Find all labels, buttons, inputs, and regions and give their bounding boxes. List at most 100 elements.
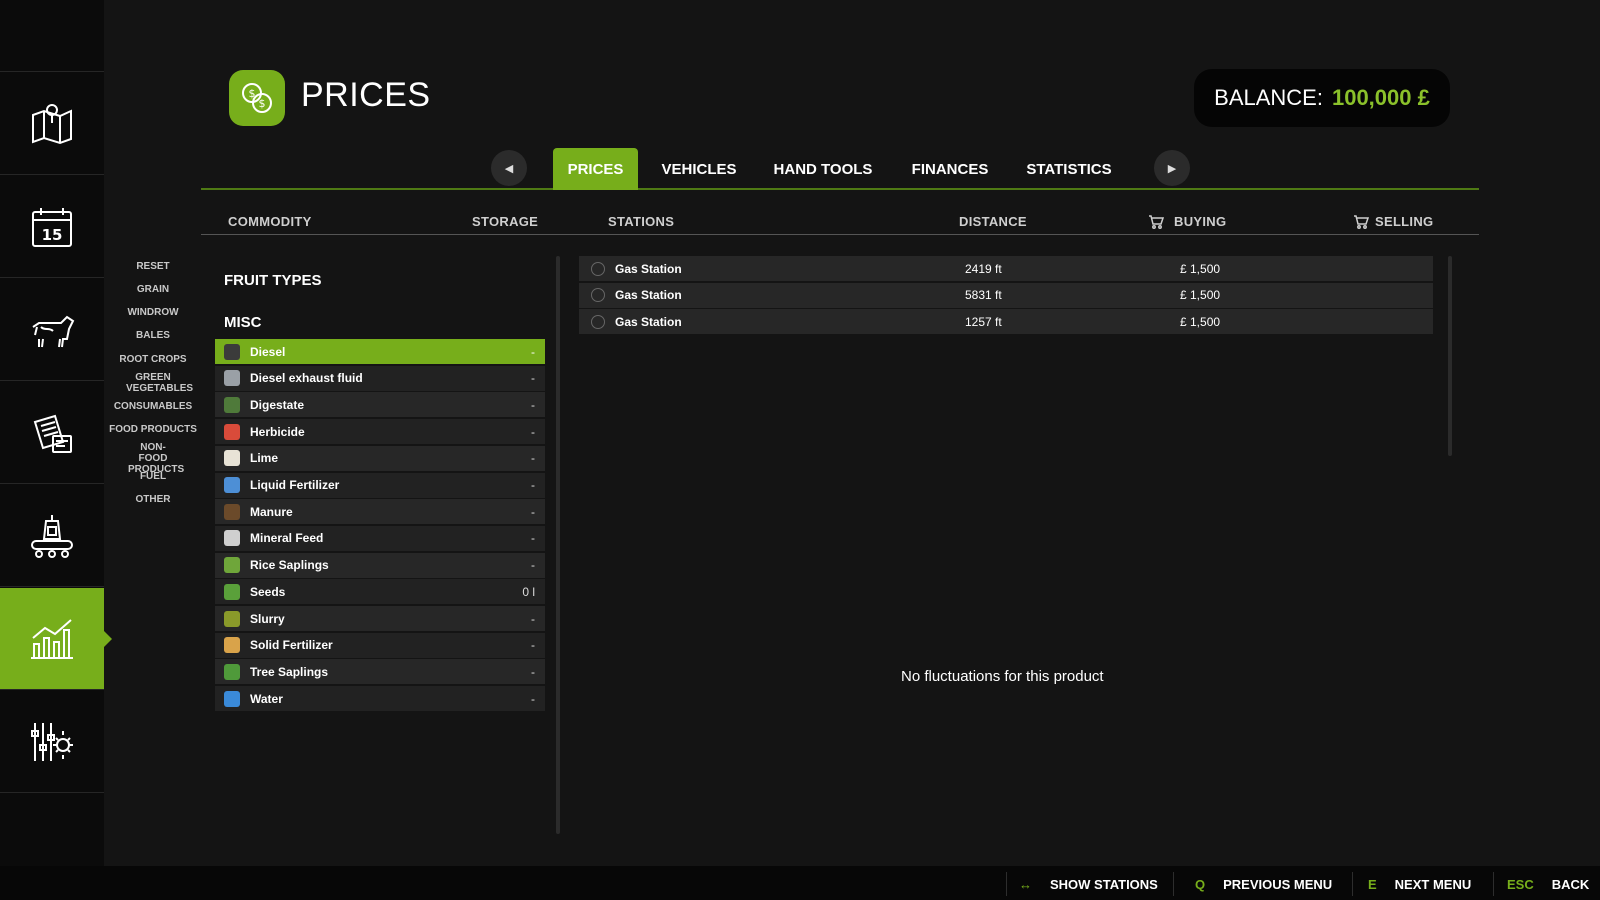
- nav-prices[interactable]: [0, 588, 112, 690]
- commodity-storage: -: [531, 664, 535, 679]
- station-buying: £ 1,500: [1180, 314, 1221, 329]
- station-distance: 1257 ft: [965, 314, 1002, 329]
- commodity-icon: [224, 343, 240, 360]
- col-storage: STORAGE: [472, 214, 539, 229]
- commodity-storage: -: [531, 451, 535, 466]
- cart-buy-icon: [1149, 214, 1164, 229]
- nav-animals[interactable]: [0, 279, 104, 381]
- commodity-name: Seeds: [250, 584, 286, 599]
- nav-calendar[interactable]: 15: [0, 176, 104, 278]
- commodity-storage: -: [531, 344, 535, 359]
- tab-prev-button[interactable]: ◀: [491, 150, 527, 186]
- svg-text:$: $: [249, 87, 256, 100]
- col-stations: STATIONS: [608, 214, 675, 229]
- contracts-icon: [33, 414, 72, 453]
- balance-value: 100,000 £: [1331, 85, 1430, 110]
- commodity-icon: [224, 503, 240, 520]
- category-fuel[interactable]: FUEL: [108, 471, 198, 482]
- tab-vehicles[interactable]: VEHICLES: [654, 148, 744, 190]
- tab-next-button[interactable]: ▶: [1154, 150, 1190, 186]
- key-next-menu: E: [1368, 876, 1377, 892]
- col-buying-label: BUYING: [1174, 214, 1227, 229]
- commodity-storage: -: [531, 424, 535, 439]
- nav-production[interactable]: [0, 485, 104, 587]
- station-name: Gas Station: [615, 314, 682, 329]
- commodity-name: Slurry: [250, 611, 285, 626]
- nav-map[interactable]: [0, 73, 104, 175]
- commodity-name: Digestate: [250, 397, 305, 412]
- commodity-name: Liquid Fertilizer: [250, 478, 340, 492]
- production-icon: [31, 514, 73, 558]
- prices-chart-icon: [31, 618, 73, 659]
- commodity-storage: -: [531, 531, 535, 546]
- commodity-icon: [224, 396, 240, 413]
- commodity-storage: -: [531, 397, 535, 412]
- balance-display: BALANCE: 100,000 £: [1194, 69, 1450, 127]
- tab-hand-tools[interactable]: HAND TOOLS: [764, 148, 882, 190]
- commodity-row[interactable]: Herbicide -: [215, 419, 545, 445]
- hint-show-stations[interactable]: ↔ SHOW STATIONS: [1019, 874, 1158, 894]
- commodity-row[interactable]: Rice Saplings -: [215, 552, 545, 578]
- commodity-row[interactable]: Diesel exhaust fluid -: [215, 365, 545, 391]
- commodity-row[interactable]: Solid Fertilizer -: [215, 632, 545, 658]
- hint-separator: [1352, 872, 1353, 896]
- commodity-name: Diesel: [250, 344, 286, 359]
- menu-top-cap: [0, 0, 104, 72]
- commodity-name: Tree Saplings: [250, 664, 329, 679]
- settings-icon: [31, 722, 73, 761]
- tab-statistics[interactable]: STATISTICS: [1018, 148, 1120, 190]
- category-consumables[interactable]: CONSUMABLES: [108, 401, 198, 412]
- station-distance: 2419 ft: [965, 261, 1002, 276]
- col-buying: BUYING: [1148, 214, 1226, 229]
- hint-previous-menu[interactable]: Q PREVIOUS MENU: [1195, 874, 1332, 894]
- commodity-row[interactable]: Manure -: [215, 499, 545, 525]
- commodity-storage: -: [531, 504, 535, 519]
- calendar-icon: 15: [32, 207, 72, 247]
- commodity-icon: [224, 690, 240, 707]
- hint-next-menu[interactable]: E NEXT MENU: [1368, 874, 1471, 894]
- station-scrollbar[interactable]: [1448, 256, 1452, 456]
- commodity-icon: [224, 637, 240, 654]
- commodity-row[interactable]: Lime -: [215, 445, 545, 471]
- commodity-row[interactable]: Diesel -: [215, 339, 545, 364]
- commodity-storage: -: [531, 611, 535, 626]
- hint-next-menu-label: NEXT MENU: [1394, 876, 1472, 892]
- section-fruit-types: FRUIT TYPES: [224, 272, 322, 289]
- commodity-icon: [224, 583, 240, 600]
- commodity-icon: [224, 450, 240, 467]
- commodity-row[interactable]: Liquid Fertilizer -: [215, 472, 545, 498]
- station-row[interactable]: Gas Station 2419 ft £ 1,500: [579, 256, 1433, 281]
- coins-icon: $ $: [242, 83, 272, 113]
- category-root-crops[interactable]: ROOT CROPS: [108, 354, 198, 365]
- hint-separator: [1173, 872, 1174, 896]
- commodity-icon: [224, 477, 240, 493]
- category-food-products[interactable]: FOOD PRODUCTS: [108, 424, 198, 435]
- category-bales[interactable]: BALES: [108, 330, 198, 341]
- commodity-row[interactable]: Digestate -: [215, 392, 545, 418]
- section-misc: MISC: [224, 314, 262, 331]
- col-distance: DISTANCE: [959, 214, 1027, 229]
- tab-finances[interactable]: FINANCES: [900, 148, 1000, 190]
- col-commodity: COMMODITY: [228, 214, 312, 229]
- commodity-row[interactable]: Water -: [215, 686, 545, 712]
- category-other[interactable]: OTHER: [108, 494, 198, 505]
- commodity-row[interactable]: Tree Saplings -: [215, 659, 545, 685]
- tab-prices[interactable]: PRICES: [553, 148, 638, 190]
- category-grain[interactable]: GRAIN: [108, 284, 198, 295]
- category-green-vegetables[interactable]: GREEN VEGETABLES: [108, 372, 198, 394]
- commodity-scrollbar[interactable]: [556, 256, 560, 834]
- station-row[interactable]: Gas Station 1257 ft £ 1,500: [579, 309, 1433, 335]
- station-row[interactable]: Gas Station 5831 ft £ 1,500: [579, 282, 1433, 308]
- svg-text:15: 15: [42, 226, 63, 244]
- category-windrow[interactable]: WINDROW: [108, 307, 198, 318]
- nav-settings[interactable]: [0, 691, 104, 793]
- animals-icon: [32, 315, 75, 347]
- hint-back[interactable]: ESC BACK: [1507, 874, 1589, 894]
- category-reset[interactable]: RESET: [108, 261, 198, 272]
- nav-contracts[interactable]: [0, 382, 104, 484]
- commodity-row[interactable]: Mineral Feed -: [215, 525, 545, 551]
- commodity-name: Lime: [250, 451, 279, 466]
- commodity-row[interactable]: Slurry -: [215, 606, 545, 631]
- commodity-row[interactable]: Seeds 0 l: [215, 579, 545, 605]
- commodity-name: Diesel exhaust fluid: [250, 371, 363, 386]
